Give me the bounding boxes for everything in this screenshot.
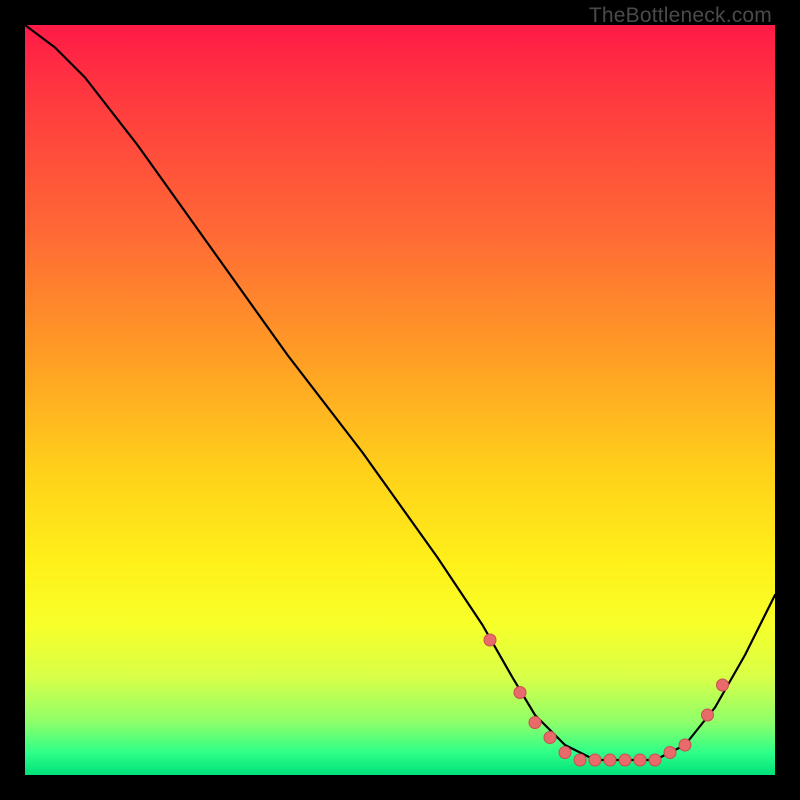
curve-marker: [574, 754, 586, 766]
curve-marker: [544, 732, 556, 744]
curve-marker: [529, 717, 541, 729]
curve-marker: [604, 754, 616, 766]
curve-marker: [484, 634, 496, 646]
curve-marker: [679, 739, 691, 751]
curve-marker: [649, 754, 661, 766]
curve-markers: [484, 634, 729, 766]
curve-marker: [514, 687, 526, 699]
plot-area: [25, 25, 775, 775]
curve-marker: [619, 754, 631, 766]
curve-marker: [589, 754, 601, 766]
curve-marker: [664, 747, 676, 759]
chart-frame: TheBottleneck.com: [0, 0, 800, 800]
curve-marker: [717, 679, 729, 691]
curve-marker: [634, 754, 646, 766]
curve-marker: [702, 709, 714, 721]
curve-layer: [25, 25, 775, 775]
curve-marker: [559, 747, 571, 759]
bottleneck-curve: [25, 25, 775, 760]
